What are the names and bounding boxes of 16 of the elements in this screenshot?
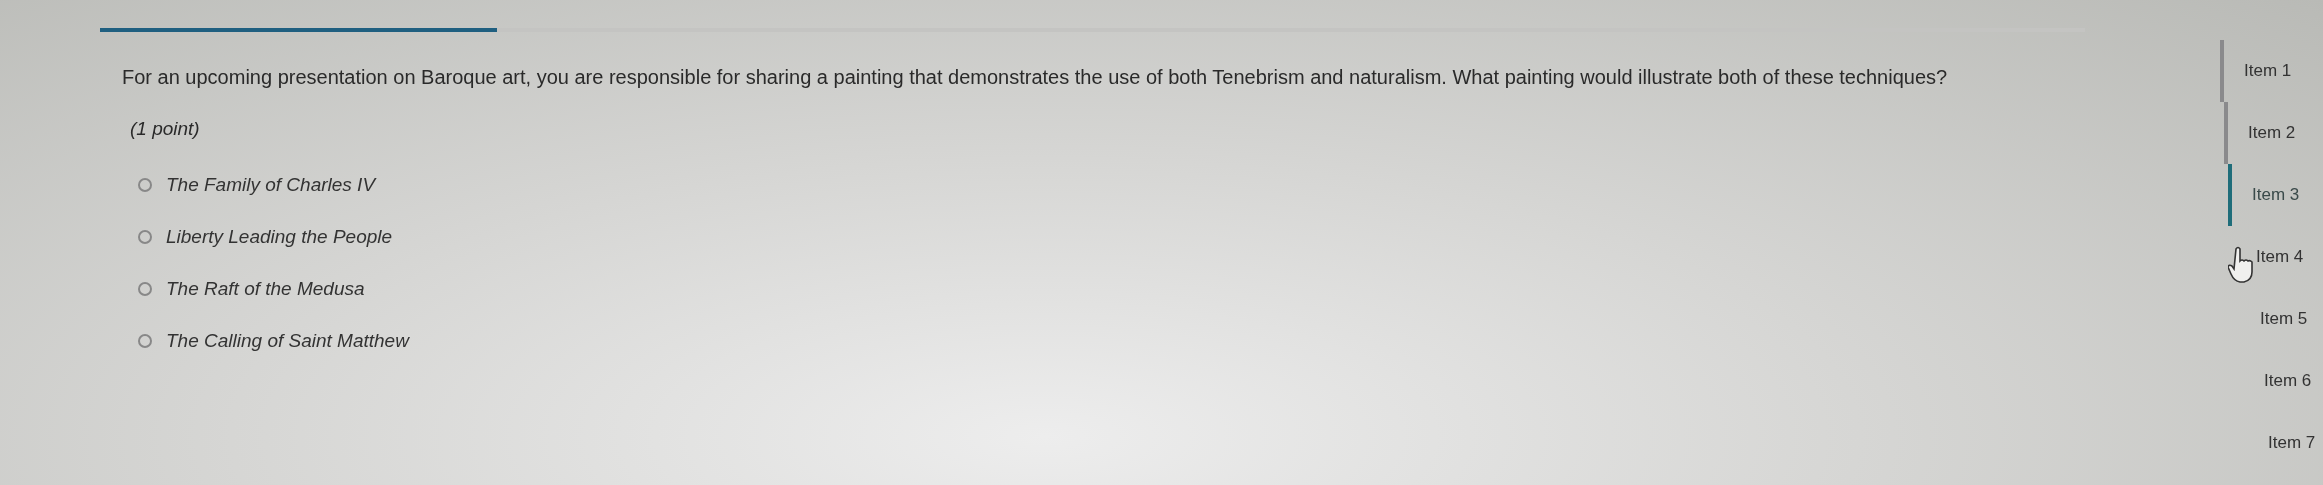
nav-item[interactable]: Item 5 (2236, 288, 2316, 350)
nav-item[interactable]: Item 7 (2244, 412, 2316, 474)
answer-option[interactable]: Liberty Leading the People (138, 226, 2100, 248)
radio-button[interactable] (138, 230, 152, 244)
radio-button[interactable] (138, 334, 152, 348)
radio-button[interactable] (138, 178, 152, 192)
question-text: For an upcoming presentation on Baroque art, you are responsible for sharing a painting that demonstrates the use of both Tenebrism and naturalism. What painting would illustrate both of these techniques? (122, 65, 1949, 90)
answer-option[interactable]: The Family of Charles IV (138, 174, 2100, 196)
nav-item[interactable]: Item 6 (2240, 350, 2316, 412)
points-label: (1 point) (130, 118, 201, 140)
answer-option[interactable]: The Raft of the Medusa (138, 278, 2100, 300)
nav-item[interactable]: Item 3 (2228, 164, 2316, 226)
nav-item[interactable]: Item 1 (2220, 40, 2316, 102)
answer-option[interactable]: The Calling of Saint Matthew (138, 330, 2100, 352)
nav-item[interactable]: Item 2 (2224, 102, 2316, 164)
radio-button[interactable] (138, 282, 152, 296)
